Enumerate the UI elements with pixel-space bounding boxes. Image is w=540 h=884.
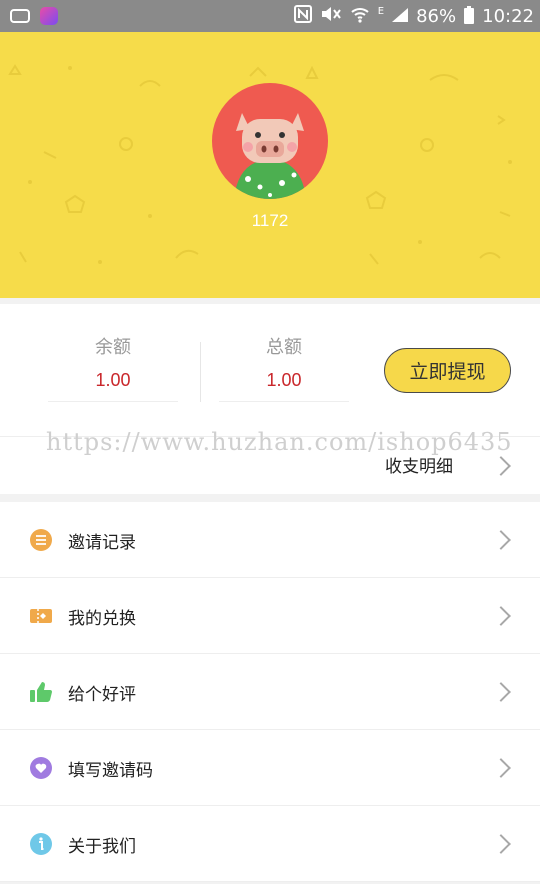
divider xyxy=(200,342,201,402)
menu-item-label: 邀请记录 xyxy=(68,533,136,553)
nfc-icon xyxy=(293,5,312,27)
info-icon xyxy=(30,833,52,855)
chevron-right-icon xyxy=(491,758,511,778)
clock: 10:22 xyxy=(482,5,534,27)
withdraw-button[interactable]: 立即提现 xyxy=(384,348,511,393)
total-column: 总额 1.00 xyxy=(209,334,359,402)
balance-label: 余额 xyxy=(95,337,131,358)
avatar[interactable] xyxy=(212,83,328,199)
chevron-right-icon xyxy=(491,456,511,476)
thumbs-up-icon xyxy=(30,682,52,702)
battery-percent: 86% xyxy=(416,5,457,27)
wifi-icon xyxy=(350,5,370,27)
menu-item-my-exchange[interactable]: 我的兑换 xyxy=(0,578,540,654)
message-icon xyxy=(10,4,30,23)
menu-item-rate-us[interactable]: 给个好评 xyxy=(0,654,540,730)
divider xyxy=(219,401,349,402)
total-value: 1.00 xyxy=(266,370,302,390)
balance-column: 余额 1.00 xyxy=(38,334,188,402)
transaction-detail-row[interactable]: 收支明细 xyxy=(0,444,540,488)
chevron-right-icon xyxy=(491,834,511,854)
pig-avatar-icon xyxy=(234,113,306,199)
menu-item-about-us[interactable]: 关于我们 xyxy=(0,806,540,882)
menu-item-enter-invite-code[interactable]: 填写邀请码 xyxy=(0,730,540,806)
chevron-right-icon xyxy=(491,682,511,702)
battery-icon xyxy=(464,6,475,24)
profile-header: 1172 xyxy=(0,32,540,298)
heart-icon xyxy=(30,757,52,779)
app-icon xyxy=(40,7,58,25)
total-label: 总额 xyxy=(266,337,302,358)
ticket-icon xyxy=(30,609,52,623)
divider xyxy=(48,401,178,402)
menu-item-label: 填写邀请码 xyxy=(68,761,153,781)
user-id: 1172 xyxy=(251,211,289,230)
menu-list: 邀请记录 我的兑换 给个好评 填写邀请码 关于我们 xyxy=(0,502,540,882)
signal-icon xyxy=(392,6,409,27)
menu-item-invite-records[interactable]: 邀请记录 xyxy=(0,502,540,578)
mute-icon xyxy=(320,5,342,27)
balance-value: 1.00 xyxy=(95,370,131,390)
transaction-detail-label: 收支明细 xyxy=(385,457,453,477)
menu-item-label: 关于我们 xyxy=(68,837,136,857)
chevron-right-icon xyxy=(491,606,511,626)
menu-item-label: 我的兑换 xyxy=(68,609,136,629)
list-icon xyxy=(30,529,52,551)
chevron-right-icon xyxy=(491,530,511,550)
menu-item-label: 给个好评 xyxy=(68,685,136,705)
balance-card: 余额 1.00 总额 1.00 立即提现 https://www.huzhan.… xyxy=(0,304,540,494)
status-bar: E 86% 10:22 xyxy=(0,0,540,32)
network-type: E xyxy=(377,5,385,17)
